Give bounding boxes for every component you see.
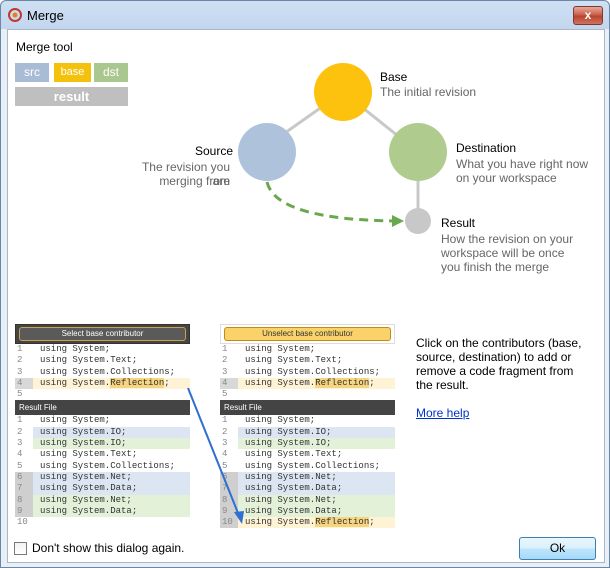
ok-button[interactable]: Ok (519, 537, 596, 560)
merge-dialog: Merge x Merge tool src base dst result B… (0, 0, 610, 568)
title-bar: Merge x (1, 1, 609, 29)
plastic-logo-icon (8, 8, 22, 22)
window-title: Merge (27, 8, 64, 23)
dont-show-label[interactable]: Don't show this dialog again. (32, 541, 184, 555)
dialog-body: Merge tool src base dst result Base The … (7, 29, 605, 563)
example-arrow-layer (187, 387, 244, 524)
dont-show-checkbox[interactable] (14, 542, 27, 555)
close-button[interactable]: x (573, 6, 603, 25)
move-arrow-head (234, 511, 244, 524)
move-arrow (187, 387, 241, 519)
more-help-link[interactable]: More help (416, 406, 469, 420)
help-text: Click on the contributors (base, source,… (416, 336, 582, 392)
